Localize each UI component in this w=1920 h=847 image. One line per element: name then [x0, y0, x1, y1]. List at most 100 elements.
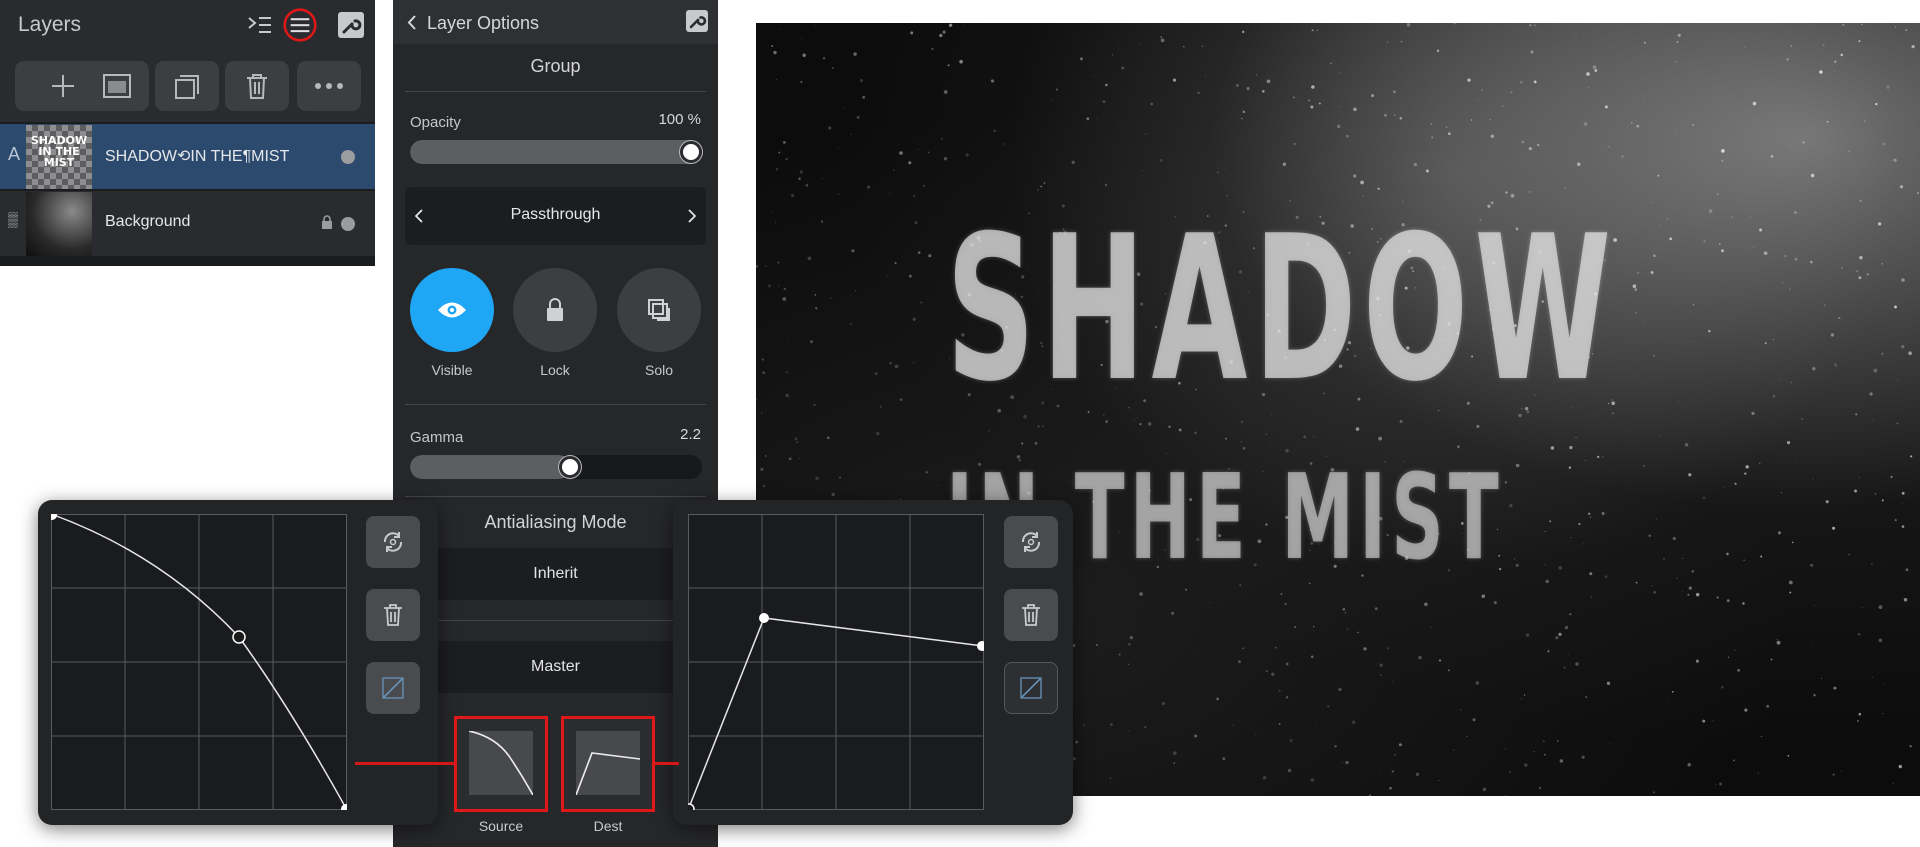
mist-particle — [1236, 84, 1239, 87]
opacity-slider[interactable] — [410, 140, 702, 164]
solo-toggle[interactable] — [617, 268, 701, 352]
mist-particle — [1098, 794, 1100, 796]
curve-point[interactable] — [47, 510, 57, 520]
visibility-dot[interactable] — [341, 217, 355, 231]
wrench-icon[interactable] — [334, 8, 368, 42]
mist-particle — [1351, 720, 1356, 725]
eye-icon — [438, 302, 466, 318]
wrench-icon[interactable] — [686, 10, 708, 32]
mist-particle — [1339, 72, 1341, 74]
curve-point[interactable] — [759, 613, 769, 623]
mist-particle — [764, 455, 767, 457]
mist-particle — [826, 436, 830, 440]
mist-particle — [1241, 30, 1245, 34]
mist-particle — [1721, 149, 1725, 153]
mist-particle — [1703, 240, 1706, 243]
gamma-slider[interactable] — [410, 455, 702, 479]
curve-point[interactable] — [341, 804, 351, 814]
mist-particle — [1327, 705, 1330, 708]
mist-particle — [815, 476, 819, 480]
mist-particle — [1620, 155, 1624, 158]
master-channel-selector[interactable]: Master — [405, 641, 706, 693]
mist-particle — [1517, 28, 1519, 30]
mist-particle — [1825, 500, 1829, 504]
layer-tree-icon[interactable] — [243, 8, 277, 42]
mist-particle — [1759, 228, 1763, 232]
reset-curve-button[interactable] — [1004, 516, 1058, 568]
mist-particle — [1786, 58, 1789, 61]
mask-button[interactable] — [85, 61, 149, 111]
group-button[interactable] — [155, 61, 219, 111]
more-button[interactable] — [297, 61, 361, 111]
source-curve-thumbnail[interactable] — [454, 716, 548, 812]
mist-particle — [990, 79, 995, 83]
antialiasing-selector[interactable]: Inherit — [405, 548, 706, 600]
mist-particle — [1878, 605, 1883, 609]
mist-particle — [1680, 61, 1682, 63]
mist-particle — [1790, 381, 1793, 384]
mist-particle — [1345, 760, 1349, 765]
layer-row-shadow[interactable]: A SHADOW IN THE MIST SHADOW⟲IN THE¶MIST — [0, 124, 375, 189]
mist-particle — [1370, 751, 1372, 753]
delete-curve-button[interactable] — [1004, 589, 1058, 641]
mist-particle — [1719, 782, 1723, 786]
mist-particle — [1185, 588, 1188, 591]
mist-particle — [1430, 626, 1432, 628]
mist-particle — [828, 126, 832, 130]
curve-point[interactable] — [683, 803, 695, 815]
layer-row-background[interactable]: ▒ Background — [0, 191, 375, 256]
mist-particle — [1763, 251, 1768, 256]
mist-particle — [1282, 162, 1287, 166]
chevron-right-icon[interactable] — [688, 209, 696, 223]
layer-name: SHADOW⟲IN THE¶MIST — [105, 148, 290, 165]
mist-particle — [788, 457, 792, 461]
mist-particle — [1289, 739, 1293, 742]
lock-icon[interactable] — [321, 215, 333, 230]
mist-particle — [1734, 482, 1737, 485]
mist-particle — [1196, 649, 1198, 650]
mist-particle — [1635, 312, 1637, 314]
mist-particle — [1892, 782, 1895, 785]
dest-curve-thumbnail[interactable] — [561, 716, 655, 812]
mist-particle — [1447, 669, 1450, 672]
mist-particle — [925, 471, 928, 474]
visibility-dot[interactable] — [341, 150, 355, 164]
lock-toggle[interactable] — [513, 268, 597, 352]
menu-icon[interactable] — [283, 8, 317, 42]
mist-particle — [1128, 643, 1131, 646]
mist-particle — [1901, 525, 1905, 528]
mist-particle — [936, 484, 938, 486]
mist-particle — [1676, 577, 1678, 580]
mist-particle — [951, 51, 953, 53]
delete-curve-button[interactable] — [366, 589, 420, 641]
curve-point[interactable] — [977, 641, 987, 651]
mist-particle — [1583, 122, 1588, 126]
linear-curve-button[interactable] — [1004, 662, 1058, 714]
add-icon — [52, 75, 74, 97]
mist-particle — [1099, 181, 1101, 183]
mist-particle — [785, 157, 788, 161]
mist-particle — [1718, 243, 1721, 246]
dest-curve-graph[interactable] — [683, 514, 987, 815]
linear-curve-button[interactable] — [366, 662, 420, 714]
source-curve-graph[interactable] — [47, 510, 351, 814]
mist-particle — [1353, 107, 1357, 112]
mist-particle — [1242, 647, 1245, 650]
mist-particle — [1285, 696, 1289, 699]
mist-particle — [1743, 559, 1745, 561]
mist-particle — [910, 31, 914, 35]
mist-particle — [1394, 753, 1397, 756]
delete-layer-button[interactable] — [225, 61, 289, 111]
mist-particle — [1881, 499, 1884, 502]
gamma-slider-knob[interactable] — [558, 456, 581, 478]
opacity-slider-knob[interactable] — [680, 141, 702, 163]
blend-mode-selector[interactable]: Passthrough — [405, 187, 706, 245]
curve-point[interactable] — [232, 630, 246, 644]
mist-particle — [1262, 775, 1267, 780]
mist-particle — [1266, 79, 1271, 84]
visible-toggle[interactable] — [410, 268, 494, 352]
reset-curve-button[interactable] — [366, 516, 420, 568]
back-button[interactable]: Layer Options — [427, 13, 539, 34]
back-chevron-icon[interactable] — [407, 15, 417, 30]
mist-particle — [1377, 187, 1380, 191]
